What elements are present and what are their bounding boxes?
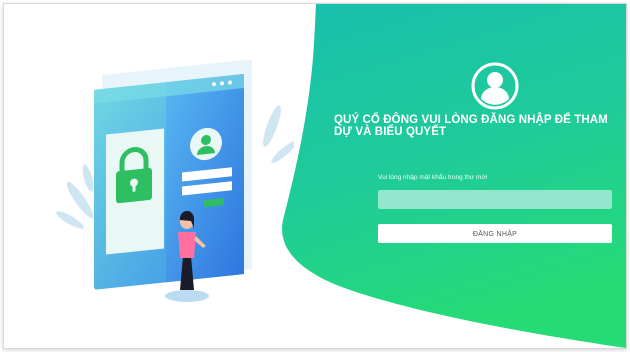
login-illustration xyxy=(56,60,294,302)
login-heading: QUÝ CỔ ĐÔNG VUI LÒNG ĐĂNG NHẬP ĐỂ THAM D… xyxy=(334,114,608,138)
user-avatar-icon xyxy=(471,62,519,110)
leaves-left xyxy=(56,164,94,229)
leaves-right xyxy=(263,105,294,163)
password-input[interactable] xyxy=(378,190,612,209)
login-button[interactable]: ĐĂNG NHẬP xyxy=(378,224,612,243)
login-window: QUÝ CỔ ĐÔNG VUI LÒNG ĐĂNG NHẬP ĐỂ THAM D… xyxy=(3,3,627,349)
password-label: Vui lòng nhập mật khẩu trong thư mời xyxy=(378,174,488,181)
